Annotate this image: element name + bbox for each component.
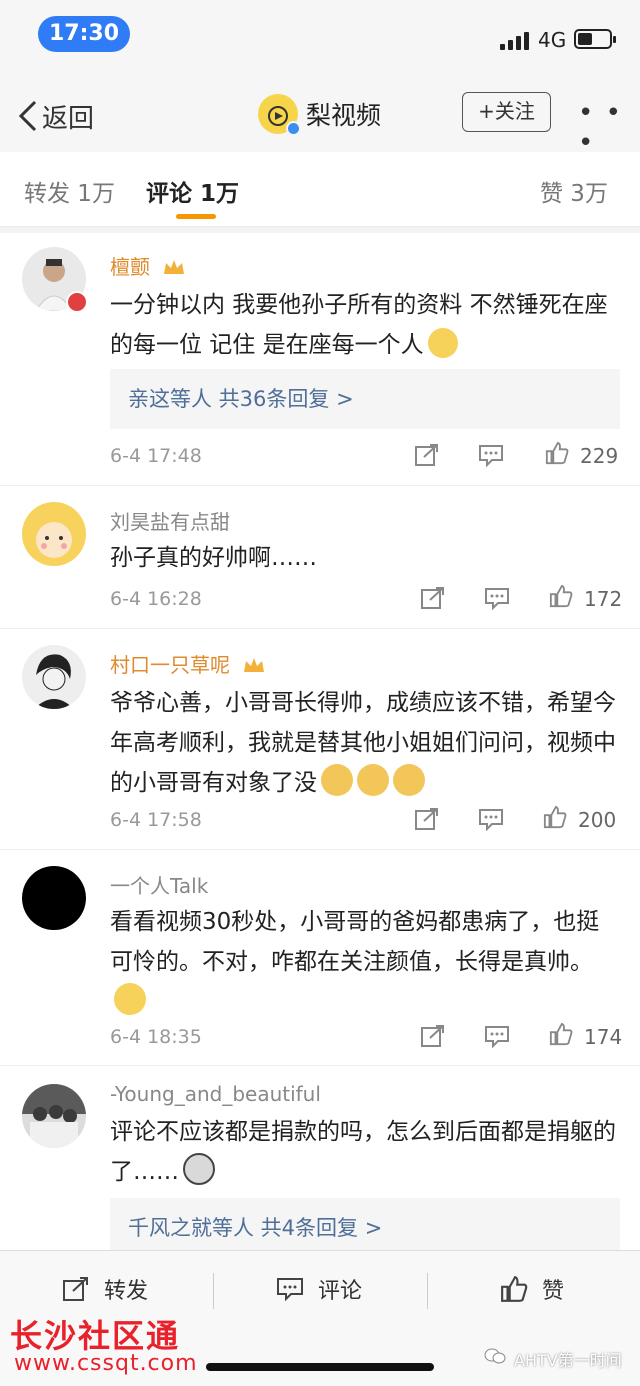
crown-icon bbox=[244, 658, 265, 672]
comment-time: 6-4 17:48 bbox=[110, 445, 202, 467]
reply-summary-link[interactable]: 亲这等人 共36条回复 > bbox=[110, 369, 620, 429]
tab-like[interactable]: 赞 3万 bbox=[540, 174, 608, 208]
comment-author[interactable]: 一个人Talk bbox=[110, 870, 208, 899]
comment-text: 孙子真的好帅啊…… bbox=[110, 545, 317, 571]
like-count: 174 bbox=[584, 1025, 623, 1049]
share-icon[interactable] bbox=[414, 443, 440, 467]
doge-emoji-icon bbox=[321, 764, 353, 796]
comment-author[interactable]: 檀颤 bbox=[110, 251, 186, 280]
watermark-source: AHTV第一时间 bbox=[514, 1351, 622, 1370]
home-indicator[interactable] bbox=[206, 1363, 434, 1371]
like-button[interactable]: 赞 bbox=[500, 1273, 564, 1305]
repost-button[interactable]: 转发 bbox=[62, 1273, 148, 1305]
comment-text: 看看视频30秒处，小哥哥的爸妈都患病了，也挺可怜的。不对，咋都在关注颜值，长得是… bbox=[110, 902, 620, 1022]
comment-item: 一个人Talk 看看视频30秒处，小哥哥的爸妈都患病了，也挺可怜的。不对，咋都在… bbox=[0, 850, 640, 1066]
avatar[interactable] bbox=[22, 502, 86, 566]
like-icon[interactable] bbox=[542, 805, 568, 829]
comment-label: 评论 bbox=[318, 1279, 363, 1304]
back-button[interactable]: 返回 bbox=[18, 96, 94, 136]
comment-item: 刘昊盐有点甜 孙子真的好帅啊…… 6-4 16:28 172 bbox=[0, 486, 640, 629]
back-label: 返回 bbox=[42, 103, 95, 134]
account-name: 梨视频 bbox=[306, 101, 382, 130]
comment-item: 檀颤 一分钟以内 我要他孙子所有的资料 不然锤死在座的每一位 记住 是在座每一个… bbox=[0, 233, 640, 486]
repost-label: 转发 bbox=[104, 1279, 149, 1304]
like-icon bbox=[501, 1275, 528, 1302]
comment-author[interactable]: 村口一只草呢 bbox=[110, 649, 266, 678]
reply-summary-link[interactable]: 千风之就等人 共4条回复 > bbox=[110, 1198, 620, 1258]
comment-author[interactable]: 刘昊盐有点甜 bbox=[110, 506, 230, 535]
share-icon bbox=[63, 1277, 88, 1301]
share-icon[interactable] bbox=[420, 586, 446, 610]
comment-time: 6-4 18:35 bbox=[110, 1026, 202, 1048]
tab-comment[interactable]: 评论 1万 bbox=[146, 174, 239, 208]
comment-button[interactable]: 评论 bbox=[276, 1273, 362, 1305]
comment-time: 6-4 17:58 bbox=[110, 809, 202, 831]
like-label: 赞 bbox=[542, 1279, 565, 1304]
tab-repost[interactable]: 转发 1万 bbox=[24, 174, 115, 208]
status-time[interactable]: 17:30 bbox=[38, 16, 130, 52]
like-icon[interactable] bbox=[548, 584, 574, 608]
comment-icon[interactable] bbox=[478, 807, 504, 831]
comment-text: 评论不应该都是捐款的吗，怎么到后面都是捐躯的了…… bbox=[110, 1119, 616, 1185]
like-icon[interactable] bbox=[544, 441, 570, 465]
like-count: 200 bbox=[578, 808, 617, 832]
comment-item: -Young_and_beautiful 评论不应该都是捐款的吗，怎么到后面都是… bbox=[0, 1066, 640, 1258]
comment-icon[interactable] bbox=[478, 443, 504, 467]
bottom-action-bar: 转发 评论 赞 长沙社区通 www.cssqt.com AHTV第一时间 bbox=[0, 1250, 640, 1386]
account-header[interactable]: 梨视频 bbox=[258, 94, 382, 136]
more-options-button[interactable]: • • • bbox=[578, 98, 640, 158]
comment-author[interactable]: -Young_and_beautiful bbox=[110, 1082, 321, 1106]
network-type: 4G bbox=[538, 28, 567, 52]
member-badge-icon bbox=[66, 291, 88, 313]
avatar[interactable] bbox=[22, 645, 86, 709]
comment-icon[interactable] bbox=[484, 1024, 510, 1048]
account-avatar bbox=[258, 94, 301, 136]
crown-icon bbox=[164, 260, 185, 274]
comment-text: 一分钟以内 我要他孙子所有的资料 不然锤死在座的每一位 记住 是在座每一个人 bbox=[110, 292, 608, 358]
comment-icon[interactable] bbox=[484, 586, 510, 610]
share-icon[interactable] bbox=[414, 807, 440, 831]
divider bbox=[427, 1273, 428, 1309]
wechat-icon bbox=[484, 1348, 506, 1364]
follow-button[interactable]: +关注 bbox=[462, 92, 551, 132]
thinking-emoji-icon bbox=[114, 983, 146, 1015]
chevron-left-icon bbox=[18, 100, 37, 132]
comment-time: 6-4 16:28 bbox=[110, 588, 202, 610]
battery-icon bbox=[574, 29, 616, 49]
share-icon[interactable] bbox=[420, 1024, 446, 1048]
doge-emoji-icon bbox=[393, 764, 425, 796]
active-tab-indicator bbox=[176, 214, 216, 219]
comment-item: 村口一只草呢 爷爷心善，小哥哥长得帅，成绩应该不错，希望今年高考顺利，我就是替其… bbox=[0, 629, 640, 850]
comment-text: 爷爷心善，小哥哥长得帅，成绩应该不错，希望今年高考顺利，我就是替其他小姐姐们问问… bbox=[110, 690, 616, 796]
divider bbox=[213, 1273, 214, 1309]
tab-bar: 转发 1万 评论 1万 赞 3万 bbox=[0, 152, 640, 227]
avatar[interactable] bbox=[22, 866, 86, 930]
like-count: 172 bbox=[584, 587, 623, 611]
verified-badge-icon bbox=[286, 121, 301, 136]
navigation-bar: 返回 梨视频 +关注 • • • bbox=[0, 80, 640, 158]
comment-icon bbox=[277, 1278, 303, 1302]
like-count: 229 bbox=[580, 444, 619, 468]
like-icon[interactable] bbox=[548, 1022, 574, 1046]
doge-emoji-icon bbox=[357, 764, 389, 796]
watermark-url: www.cssqt.com bbox=[14, 1351, 198, 1376]
status-bar: 17:30 4G bbox=[0, 0, 640, 80]
smile-emoji-icon bbox=[427, 328, 458, 358]
avatar[interactable] bbox=[22, 1084, 86, 1148]
husky-emoji-icon bbox=[183, 1153, 215, 1185]
